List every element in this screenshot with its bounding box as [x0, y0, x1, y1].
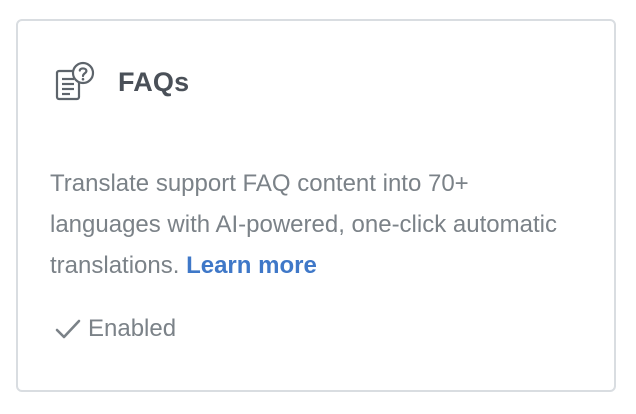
faq-feature-card: FAQs Translate support FAQ content into …: [16, 19, 616, 392]
card-description: Translate support FAQ content into 70+ l…: [50, 163, 570, 286]
status-indicator: Enabled: [54, 315, 176, 343]
card-title: FAQs: [118, 66, 190, 97]
status-label: Enabled: [88, 315, 177, 342]
learn-more-link[interactable]: Learn more: [186, 252, 317, 279]
card-header: FAQs: [54, 61, 189, 103]
checkmark-icon: [54, 317, 82, 341]
faq-icon: [54, 61, 96, 103]
